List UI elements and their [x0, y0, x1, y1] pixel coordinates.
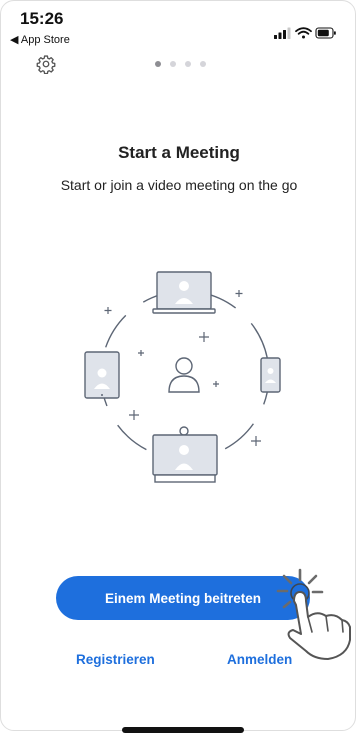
- page-subtitle: Start or join a video meeting on the go: [60, 177, 298, 193]
- page-dot-1[interactable]: [155, 61, 161, 67]
- page-indicator[interactable]: [155, 61, 206, 67]
- user-icon: [168, 357, 200, 393]
- phone-icon: [260, 357, 281, 393]
- page-title: Start a Meeting: [118, 143, 240, 162]
- gear-icon: [36, 55, 56, 75]
- status-time: 15:26: [20, 9, 64, 28]
- login-link[interactable]: Anmelden: [227, 652, 292, 667]
- settings-button[interactable]: [36, 54, 56, 75]
- join-meeting-button[interactable]: Einem Meeting beitreten: [56, 576, 310, 620]
- page-dot-3[interactable]: [185, 61, 191, 67]
- tablet-icon: [84, 351, 120, 399]
- signal-icon: [274, 27, 291, 39]
- status-icons: [274, 26, 338, 40]
- register-link[interactable]: Registrieren: [76, 652, 155, 667]
- room-display-icon: [152, 426, 218, 483]
- wifi-icon: [295, 27, 312, 39]
- page-dot-4[interactable]: [200, 61, 206, 67]
- battery-icon: [315, 27, 336, 39]
- home-indicator: [122, 727, 244, 733]
- laptop-icon: [152, 271, 216, 314]
- page-dot-2[interactable]: [170, 61, 176, 67]
- back-to-app-store-link[interactable]: ◀ App Store: [10, 33, 70, 46]
- video-meeting-illustration: [84, 271, 281, 483]
